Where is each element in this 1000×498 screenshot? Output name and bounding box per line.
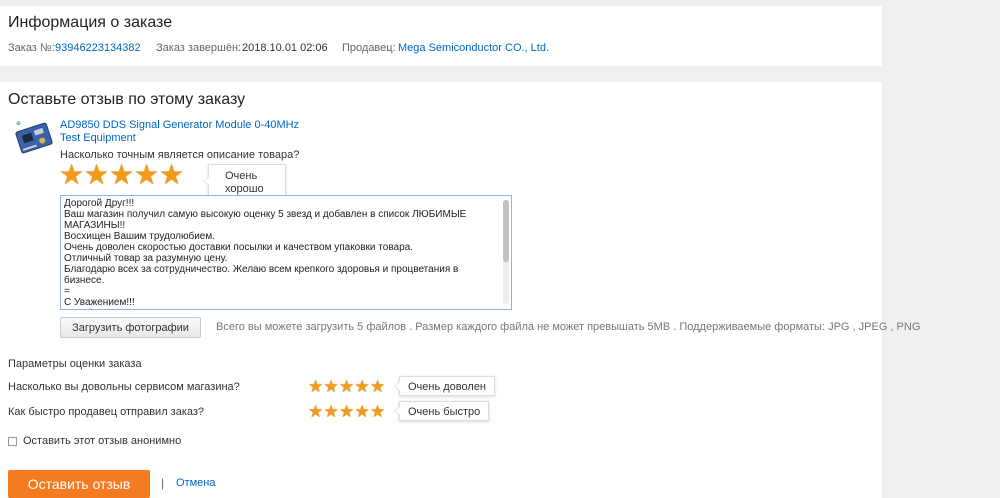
star-icon[interactable]: ★ — [59, 161, 84, 189]
shipping-rating-tooltip: Очень быстро — [393, 401, 490, 421]
submit-review-button[interactable]: Оставить отзыв — [8, 470, 150, 498]
product-thumbnail[interactable]: ⊕ — [14, 118, 54, 158]
star-icon[interactable]: ★ — [134, 161, 159, 189]
star-icon[interactable]: ★ — [159, 161, 184, 189]
order-number-label: Заказ №: — [8, 42, 55, 54]
button-separator: | — [161, 476, 165, 490]
star-icon[interactable]: ★ — [355, 403, 371, 420]
star-icon[interactable]: ★ — [308, 378, 324, 395]
upload-photos-button[interactable]: Загрузить фотографии — [60, 317, 201, 338]
svg-text:⊕: ⊕ — [16, 120, 21, 127]
shipping-speed-question: Как быстро продавец отправил заказ? — [8, 406, 205, 418]
review-textarea[interactable]: Дорогой Друг!!! Ваш магазин получил саму… — [60, 195, 512, 310]
star-icon[interactable]: ★ — [370, 378, 386, 395]
star-icon[interactable]: ★ — [324, 403, 340, 420]
review-scroll-thumb[interactable] — [503, 200, 509, 262]
review-scrollbar[interactable] — [503, 200, 509, 304]
order-completed-label: Заказ завершён: — [156, 42, 242, 54]
star-icon[interactable]: ★ — [370, 403, 386, 420]
service-rating-tooltip: Очень доволен — [393, 376, 496, 396]
service-satisfaction-question: Насколько вы довольны сервисом магазина? — [8, 381, 240, 393]
star-icon[interactable]: ★ — [308, 403, 324, 420]
product-rating-tooltip: Очень хорошо — [203, 164, 286, 197]
product-rating-stars: ★ ★ ★ ★ ★ — [59, 161, 184, 189]
seller-label: Продавец: — [342, 42, 396, 54]
star-icon[interactable]: ★ — [324, 378, 340, 395]
cancel-link[interactable]: Отмена — [176, 477, 215, 489]
review-text[interactable]: Дорогой Друг!!! Ваш магазин получил саму… — [64, 198, 496, 309]
star-icon[interactable]: ★ — [355, 378, 371, 395]
star-icon[interactable]: ★ — [339, 403, 355, 420]
product-category-link[interactable]: Test Equipment — [60, 132, 136, 144]
star-icon[interactable]: ★ — [339, 378, 355, 395]
review-title: Оставьте отзыв по этому заказу — [8, 91, 246, 108]
service-rating-stars: ★ ★ ★ ★ ★ — [308, 378, 386, 395]
order-completed-date: 2018.10.01 02:06 — [242, 42, 328, 54]
star-icon[interactable]: ★ — [109, 161, 134, 189]
anonymous-checkbox[interactable] — [8, 436, 17, 446]
rating-params-title: Параметры оценки заказа — [8, 358, 142, 370]
anonymous-label: Оставить этот отзыв анонимно — [23, 435, 182, 447]
upload-note: Всего вы можете загрузить 5 файлов . Раз… — [216, 321, 921, 333]
order-info-title: Информация о заказе — [8, 14, 173, 31]
order-info-panel: Информация о заказе Заказ №: 93946223134… — [0, 6, 882, 66]
order-number-link[interactable]: 93946223134382 — [55, 42, 141, 54]
review-panel: Оставьте отзыв по этому заказу ⊕ AD9850 … — [0, 82, 920, 498]
seller-link[interactable]: Mega Semiconductor CO., Ltd. — [398, 42, 549, 54]
anonymous-option[interactable]: Оставить этот отзыв анонимно — [8, 435, 181, 447]
product-name-link[interactable]: AD9850 DDS Signal Generator Module 0-40M… — [60, 119, 299, 131]
shipping-rating-stars: ★ ★ ★ ★ ★ — [308, 403, 386, 420]
star-icon[interactable]: ★ — [84, 161, 109, 189]
